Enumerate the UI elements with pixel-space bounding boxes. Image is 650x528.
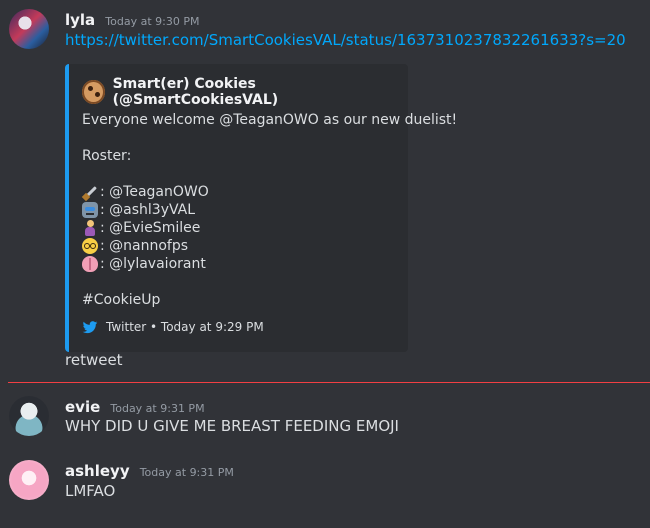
twitter-bird-icon xyxy=(82,321,98,334)
new-messages-divider xyxy=(8,382,650,383)
roster-item-text: : @nannofps xyxy=(100,238,189,254)
roster-item: : @EvieSmilee xyxy=(82,220,200,236)
embed-footer-text: Twitter • Today at 9:29 PM xyxy=(106,320,264,334)
embed-footer: Twitter • Today at 9:29 PM xyxy=(82,319,264,335)
cookie-avatar-icon[interactable] xyxy=(82,80,105,104)
roster-item-text: : @ashl3yVAL xyxy=(100,202,196,218)
nerd-face-emoji-icon xyxy=(82,238,98,254)
message-lyla: lyla Today at 9:30 PM https://twitter.co… xyxy=(0,9,650,374)
avatar[interactable] xyxy=(9,460,49,500)
roster-heading: Roster: xyxy=(82,148,132,164)
timestamp: Today at 9:31 PM xyxy=(139,466,234,479)
embed-author[interactable]: Smart(er) Cookies (@SmartCookiesVAL) xyxy=(113,76,408,108)
tweet-link[interactable]: https://twitter.com/SmartCookiesVAL/stat… xyxy=(65,31,626,49)
twitter-embed: Smart(er) Cookies (@SmartCookiesVAL) Eve… xyxy=(65,64,457,352)
timestamp: Today at 9:31 PM xyxy=(110,402,205,415)
message-text: retweet xyxy=(65,351,123,369)
roster-item-text: : @TeaganOWO xyxy=(100,184,209,200)
brain-emoji-icon xyxy=(82,256,98,272)
roster-item: : @lylavaiorant xyxy=(82,256,206,272)
message-text: LMFAO xyxy=(65,482,116,500)
roster-item-text: : @lylavaiorant xyxy=(100,256,206,272)
username[interactable]: ashleyy xyxy=(65,462,130,480)
hashtag[interactable]: #CookieUp xyxy=(82,292,160,308)
embed-text: Everyone welcome @TeaganOWO as our new d… xyxy=(82,112,458,128)
breastfeeding-emoji-icon xyxy=(82,220,98,236)
message-evie: evie Today at 9:31 PM WHY DID U GIVE ME … xyxy=(0,396,650,440)
username[interactable]: lyla xyxy=(65,11,95,29)
roster-item: : @TeaganOWO xyxy=(82,184,209,200)
username[interactable]: evie xyxy=(65,398,100,416)
dagger-emoji-icon xyxy=(82,184,98,200)
message-text: WHY DID U GIVE ME BREAST FEEDING EMOJI xyxy=(65,417,399,435)
roster-item: : @ashl3yVAL xyxy=(82,202,195,218)
robot-emoji-icon xyxy=(82,202,98,218)
message-ashleyy: ashleyy Today at 9:31 PM LMFAO xyxy=(0,460,650,504)
avatar[interactable] xyxy=(9,396,49,436)
avatar[interactable] xyxy=(9,9,49,49)
roster-item: : @nannofps xyxy=(82,238,188,254)
timestamp: Today at 9:30 PM xyxy=(105,15,200,28)
roster-item-text: : @EvieSmilee xyxy=(100,220,201,236)
